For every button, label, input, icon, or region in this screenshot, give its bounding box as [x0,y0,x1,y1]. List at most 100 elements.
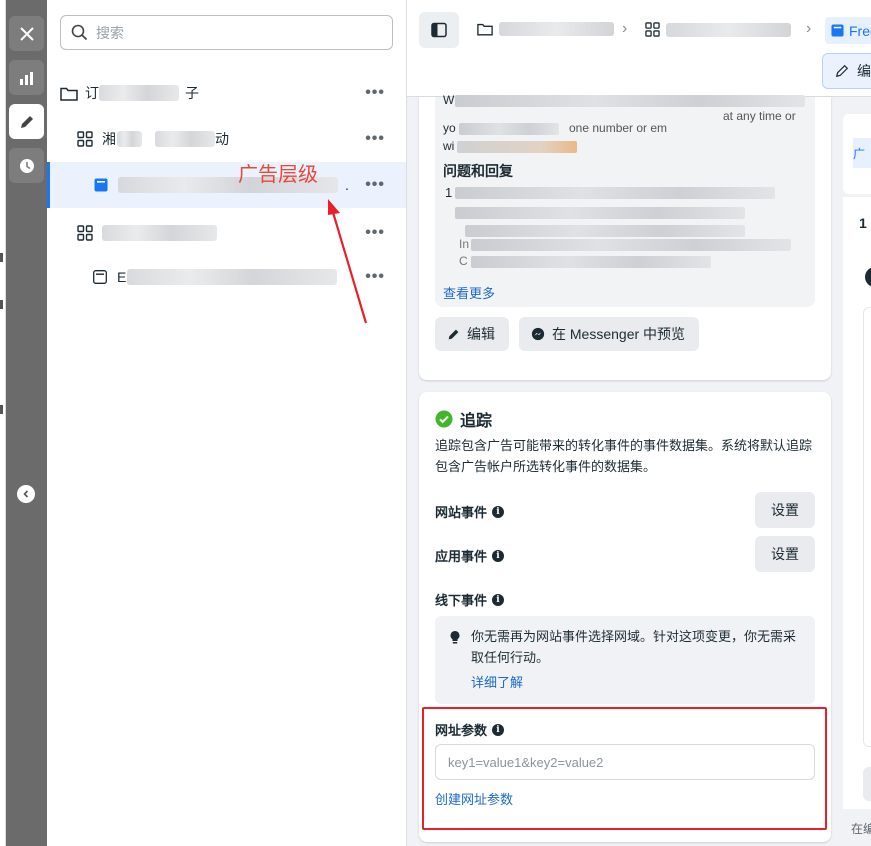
tree-row-label-suffix: . [345,177,349,193]
qa-section-title: 问题和回复 [443,163,513,179]
right-preview-panel: 广 1 在编 [843,97,871,846]
breadcrumb-ad[interactable]: Free [825,17,871,44]
app-events-text: 应用事件 [435,549,488,564]
learn-more-link[interactable]: 详细了解 [471,672,523,691]
website-events-setup-button[interactable]: 设置 [755,492,815,528]
search-input[interactable] [96,24,376,41]
tree-row-label-suffix: 动 [215,131,229,147]
preview-frame [863,307,871,747]
grid-icon [77,225,93,241]
edit-ad-button-label: 编辑 [467,326,495,342]
preview-text-fragment: yo [443,121,456,135]
preview-button[interactable] [863,767,871,801]
website-events-label: 网站事件 i [435,502,505,521]
folder-icon [477,23,493,36]
breadcrumb-campaign[interactable] [477,22,614,36]
redacted-name [499,22,614,36]
redacted-text [471,256,711,268]
redacted-text [457,141,577,153]
grid-icon [645,22,660,37]
see-more-link[interactable]: 查看更多 [443,283,495,302]
preview-text-fragment: C [459,254,468,268]
preview-text-fragment: In [459,237,470,251]
collapse-button[interactable] [17,485,35,503]
highlight-box [422,707,827,830]
edit-ad-button[interactable]: 编辑 [435,317,509,351]
sidebar-toggle-button[interactable] [419,12,459,48]
redacted-name [666,22,791,37]
app-events-setup-button[interactable]: 设置 [755,536,815,572]
right-panel-tab[interactable]: 广 [853,138,871,168]
ad-icon [94,178,108,192]
info-icon[interactable]: i [492,505,505,518]
notice-text: 你无需再为网站事件选择网域。针对这项变更，你无需采取任何行动。 [471,629,797,665]
preview-text-fragment: one number or em [569,121,668,135]
right-panel-preview: 1 [843,197,871,809]
tree-row-label-prefix: E [117,269,127,285]
redacted-text [459,123,559,135]
redacted-name [99,85,179,101]
edit-mode-button[interactable] [9,104,44,139]
charts-button[interactable] [9,60,44,95]
preview-text-fragment: W [443,93,455,107]
tree-row-label-suffix: 子 [185,85,199,101]
edit-button-label: 编 [857,63,871,79]
redacted-text [455,95,805,107]
messenger-preview-label: 在 Messenger 中预览 [552,326,686,342]
tree-row-label-prefix: 湘 [102,131,116,147]
more-options-button[interactable]: ••• [365,85,385,101]
annotation-label: 广告层级 [238,162,318,186]
redacted-name [102,225,217,241]
info-icon[interactable]: i [492,549,505,562]
pencil-icon [20,115,33,128]
ad-icon [831,24,844,37]
editor-header: › › Free 编 [407,0,871,97]
close-icon [19,26,34,41]
redacted-text [465,225,745,237]
avatar [865,267,871,287]
close-button[interactable] [9,16,44,51]
tree-row-campaign[interactable]: 订 子 ••• [47,70,406,116]
history-button[interactable] [9,148,44,183]
redacted-text [455,207,745,219]
grid-icon [77,131,93,147]
ad-icon [93,270,107,284]
pencil-icon [448,329,459,339]
info-icon[interactable]: i [492,593,505,606]
right-panel-footer: 在编 [851,822,871,836]
tree-row-label-prefix: 订 [85,85,99,101]
edge-mark [0,253,3,262]
tracking-title-text: 追踪 [460,413,493,430]
redacted-name [127,269,337,285]
sidebar-icon [431,22,447,38]
qa-number: 1 [445,185,453,200]
website-domain-notice: 你无需再为网站事件选择网域。针对这项变更，你无需采取任何行动。 详细了解 [435,616,815,704]
website-events-text: 网站事件 [435,505,488,520]
redacted-text [471,239,791,251]
search-box[interactable] [60,15,393,50]
folder-icon [60,86,78,101]
chevron-right-icon: › [806,20,812,37]
more-options-button[interactable]: ••• [365,131,385,147]
redacted-name [155,131,215,147]
breadcrumb-adset[interactable] [645,22,791,37]
tree-row-adset[interactable]: 湘 动 ••• [47,116,406,162]
preview-text-fragment: wi [443,139,455,153]
edge-mark [0,300,3,309]
right-panel-count: 1 [859,215,867,231]
bar-chart-icon [19,71,33,85]
tracking-description: 追踪包含广告可能带来的转化事件的事件数据集。系统将默认追踪包含广告帐户所选转化事… [435,438,813,474]
search-icon [71,24,88,41]
chevron-right-icon: › [622,20,628,37]
messenger-preview-button[interactable]: 在 Messenger 中预览 [519,317,699,351]
ad-preview-card: W yo one number or em at any time or wi … [419,93,831,380]
nav-rail [6,0,47,846]
structure-tree-panel: 订 子 ••• 湘 动 ••• . ••• ••• E [47,0,407,846]
preview-text-fragment: at any time or [723,109,796,123]
clock-icon [19,158,34,173]
offline-events-text: 线下事件 [435,593,488,608]
more-options-button[interactable]: ••• [365,177,385,193]
edit-button-top[interactable]: 编 [822,53,871,89]
messenger-icon [531,327,545,341]
right-panel-card: 广 [843,114,871,194]
